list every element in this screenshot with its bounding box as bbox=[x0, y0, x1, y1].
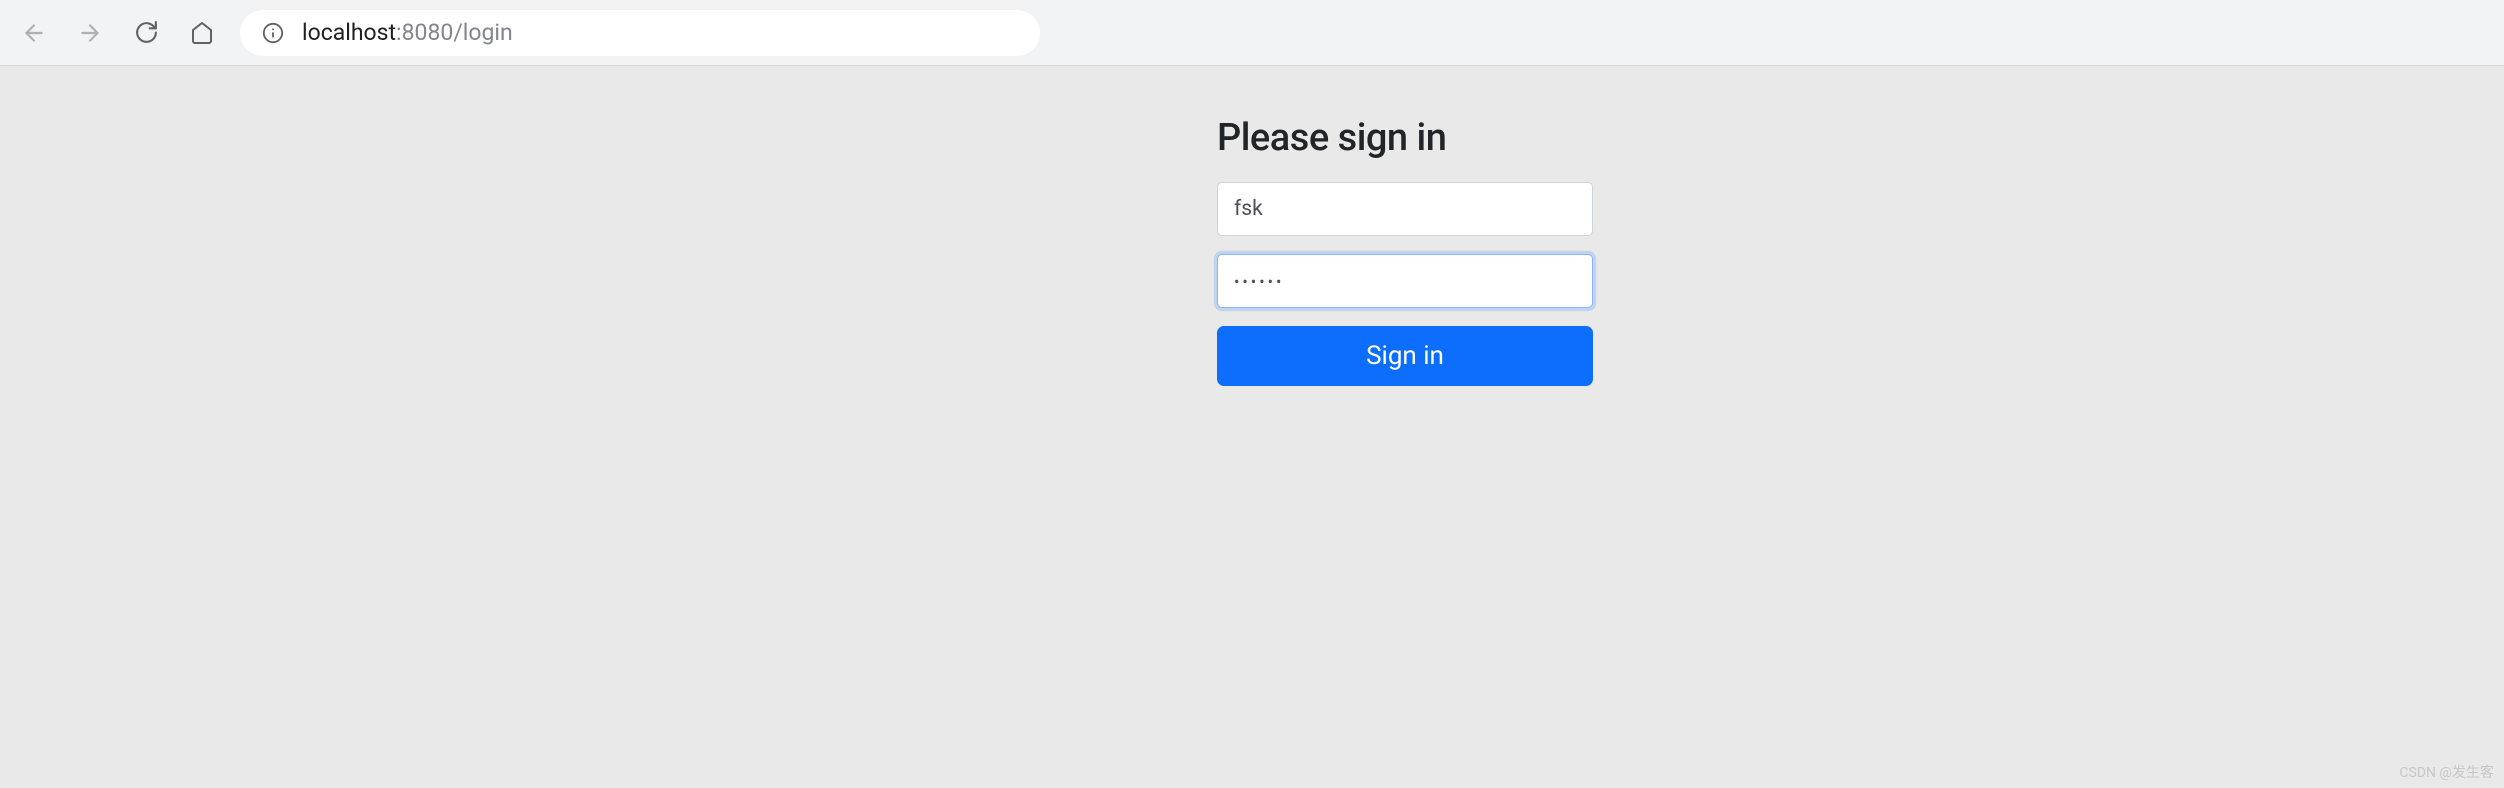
arrow-left-icon bbox=[21, 20, 47, 46]
forward-button[interactable] bbox=[76, 19, 104, 47]
form-title: Please sign in bbox=[1217, 116, 1593, 160]
info-icon bbox=[262, 22, 284, 44]
url-host: localhost bbox=[302, 19, 396, 46]
watermark: CSDN @发生客 bbox=[2399, 762, 2494, 782]
signin-button[interactable]: Sign in bbox=[1217, 326, 1593, 386]
reload-icon bbox=[134, 20, 159, 45]
home-button[interactable] bbox=[188, 19, 216, 47]
back-button[interactable] bbox=[20, 19, 48, 47]
nav-icons-group bbox=[20, 19, 216, 47]
url-path: :8080/login bbox=[396, 19, 513, 46]
password-input[interactable] bbox=[1217, 254, 1593, 308]
username-input[interactable] bbox=[1217, 182, 1593, 236]
home-icon bbox=[190, 21, 214, 45]
reload-button[interactable] bbox=[132, 19, 160, 47]
address-bar[interactable]: localhost:8080/login bbox=[240, 10, 1040, 56]
arrow-right-icon bbox=[77, 20, 103, 46]
url-text: localhost:8080/login bbox=[302, 19, 513, 46]
site-info-icon[interactable] bbox=[262, 22, 284, 44]
browser-toolbar: localhost:8080/login bbox=[0, 0, 2504, 66]
signin-form: Please sign in Sign in bbox=[1217, 116, 1593, 386]
page-content: Please sign in Sign in bbox=[0, 66, 2504, 386]
